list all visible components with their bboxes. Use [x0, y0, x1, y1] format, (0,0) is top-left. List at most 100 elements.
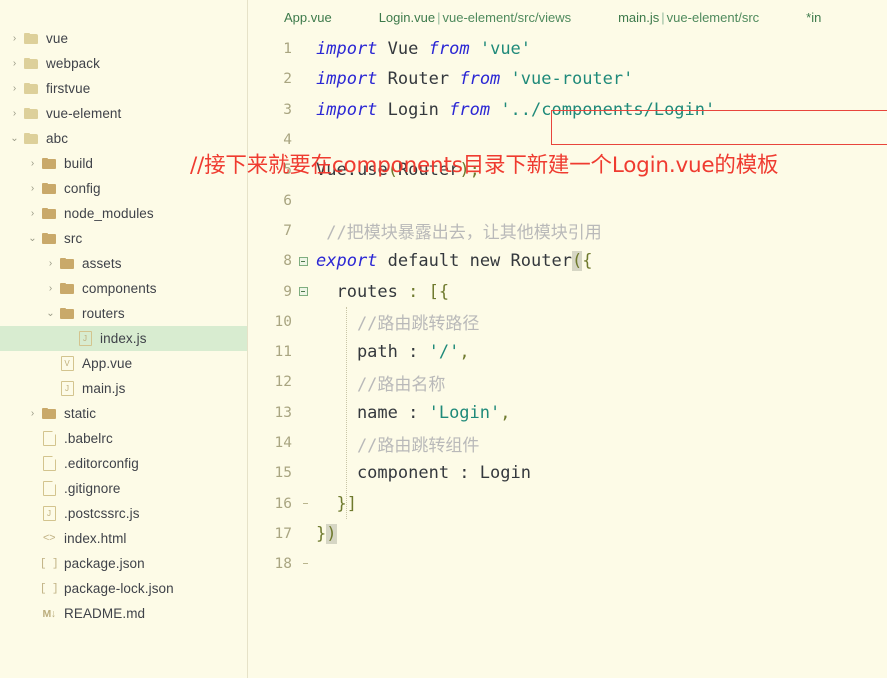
fold-toggle-icon[interactable]	[298, 256, 308, 266]
code-token: .	[346, 160, 357, 181]
editor-tab-app-vue[interactable]: App.vue	[284, 10, 332, 25]
file-icon	[39, 456, 59, 471]
line-number: 8	[283, 253, 292, 270]
editor-tab-main-js[interactable]: main.js | vue-element/src	[618, 10, 759, 25]
code-token: //路由跳转组件	[316, 435, 480, 456]
tree-item-package-json[interactable]: [ ] package.json	[0, 551, 247, 576]
code-line[interactable]: 10 //路由跳转路径	[248, 307, 887, 337]
code-line[interactable]: 13 name : 'Login',	[248, 398, 887, 428]
tree-item-readme-md[interactable]: M↓ README.md	[0, 601, 247, 626]
line-number: 2	[283, 71, 292, 88]
chevron-right-icon[interactable]: ›	[8, 83, 21, 94]
editor-tab-in[interactable]: *in	[806, 10, 821, 25]
chevron-right-icon[interactable]: ›	[26, 183, 39, 194]
tree-item-index-html[interactable]: <> index.html	[0, 526, 247, 551]
tree-item-firstvue[interactable]: › firstvue	[0, 76, 247, 101]
tree-item-package-lock-json[interactable]: [ ] package-lock.json	[0, 576, 247, 601]
chevron-right-icon[interactable]: ›	[26, 208, 39, 219]
line-number: 10	[274, 313, 292, 330]
code-line[interactable]: 15 component : Login	[248, 458, 887, 488]
code-line[interactable]: 3 import Login from '../components/Login'	[248, 95, 887, 125]
code-line[interactable]: 17})	[248, 519, 887, 549]
javascript-file-icon: J	[39, 506, 59, 521]
line-number: 18	[274, 556, 292, 573]
vue-file-icon: V	[57, 356, 77, 371]
tree-item-vue-element[interactable]: › vue-element	[0, 101, 247, 126]
javascript-file-icon: J	[75, 331, 95, 346]
chevron-right-icon[interactable]: ›	[26, 158, 39, 169]
code-line[interactable]: 6	[248, 185, 887, 215]
markdown-file-icon: M↓	[42, 607, 57, 620]
code-text: import Vue from 'vue'	[310, 39, 887, 59]
chevron-right-icon[interactable]: ›	[8, 58, 21, 69]
code-line[interactable]: 12 //路由名称	[248, 367, 887, 397]
code-text: //路由跳转路径	[310, 309, 887, 334]
code-token: ,	[459, 342, 470, 363]
tree-item-label: App.vue	[82, 356, 133, 371]
line-number: 1	[283, 41, 292, 58]
tree-item-abc[interactable]: ⌄ abc	[0, 126, 247, 151]
code-area[interactable]: 1 import Vue from 'vue' 2 import Router fro…	[248, 34, 887, 579]
tree-item-assets[interactable]: › assets	[0, 251, 247, 276]
tree-item-config[interactable]: › config	[0, 176, 247, 201]
tree-item-routers[interactable]: ⌄ routers	[0, 301, 247, 326]
folder-icon	[39, 182, 59, 195]
tree-item-vue[interactable]: › vue	[0, 26, 247, 51]
editor-tab-bar: App.vue Login.vue | vue-element/src/views ma…	[248, 0, 887, 34]
code-token: '../components/Login'	[500, 99, 716, 120]
tree-item-label: config	[64, 181, 101, 196]
code-line[interactable]: 14 //路由跳转组件	[248, 428, 887, 458]
chevron-right-icon[interactable]: ›	[44, 258, 57, 269]
code-token: }]	[316, 493, 357, 514]
tree-item-app-vue[interactable]: V App.vue	[0, 351, 247, 376]
chevron-right-icon[interactable]: ›	[8, 108, 21, 119]
code-token: routes	[316, 281, 409, 302]
code-text: //把模块暴露出去，让其他模块引用	[310, 218, 887, 243]
code-line[interactable]: 7 //把模块暴露出去，让其他模块引用	[248, 216, 887, 246]
chevron-right-icon[interactable]: ›	[44, 283, 57, 294]
tree-item-label: .babelrc	[64, 431, 113, 446]
tree-item-components[interactable]: › components	[0, 276, 247, 301]
line-number: 7	[283, 222, 292, 239]
line-number: 13	[274, 404, 292, 421]
chevron-down-icon[interactable]: ⌄	[44, 308, 57, 319]
code-token: )	[459, 160, 470, 181]
code-token: : [{	[408, 281, 450, 302]
code-text: component : Login	[310, 463, 887, 483]
tree-item-src[interactable]: ⌄ src	[0, 226, 247, 251]
fold-toggle-icon[interactable]	[298, 287, 308, 297]
code-line[interactable]: 5 Vue.use(Router);	[248, 155, 887, 185]
tree-item-editorconfig[interactable]: .editorconfig	[0, 451, 247, 476]
json-file-icon: [ ]	[39, 582, 59, 595]
code-line[interactable]: 4	[248, 125, 887, 155]
code-line[interactable]: 16 }]	[248, 488, 887, 518]
folder-icon	[21, 57, 41, 70]
code-token: import	[316, 69, 378, 90]
code-line[interactable]: 18	[248, 549, 887, 579]
code-line[interactable]: 9 routes : [{	[248, 276, 887, 306]
tree-item-build[interactable]: › build	[0, 151, 247, 176]
code-text: }]	[310, 494, 887, 514]
tree-item-webpack[interactable]: › webpack	[0, 51, 247, 76]
editor-tab-login-vue[interactable]: Login.vue | vue-element/src/views	[379, 10, 571, 25]
tree-item-postcssrc-js[interactable]: J .postcssrc.js	[0, 501, 247, 526]
tree-item-static[interactable]: › static	[0, 401, 247, 426]
code-line[interactable]: 11 path : '/',	[248, 337, 887, 367]
chevron-right-icon[interactable]: ›	[8, 33, 21, 44]
tree-item-gitignore[interactable]: .gitignore	[0, 476, 247, 501]
tree-item-main-js[interactable]: Jmain.js	[0, 376, 247, 401]
chevron-right-icon[interactable]: ›	[26, 408, 39, 419]
chevron-down-icon[interactable]: ⌄	[26, 233, 39, 244]
code-line[interactable]: 1 import Vue from 'vue'	[248, 34, 887, 64]
code-line[interactable]: 8 export default new Router({	[248, 246, 887, 276]
tree-item-babelrc[interactable]: .babelrc	[0, 426, 247, 451]
chevron-down-icon[interactable]: ⌄	[8, 133, 21, 144]
tree-item-index-js[interactable]: Jindex.js	[0, 326, 247, 351]
code-line[interactable]: 2 import Router from 'vue-router'	[248, 64, 887, 94]
folder-icon	[39, 157, 59, 170]
tree-item-node-modules[interactable]: › node_modules	[0, 201, 247, 226]
